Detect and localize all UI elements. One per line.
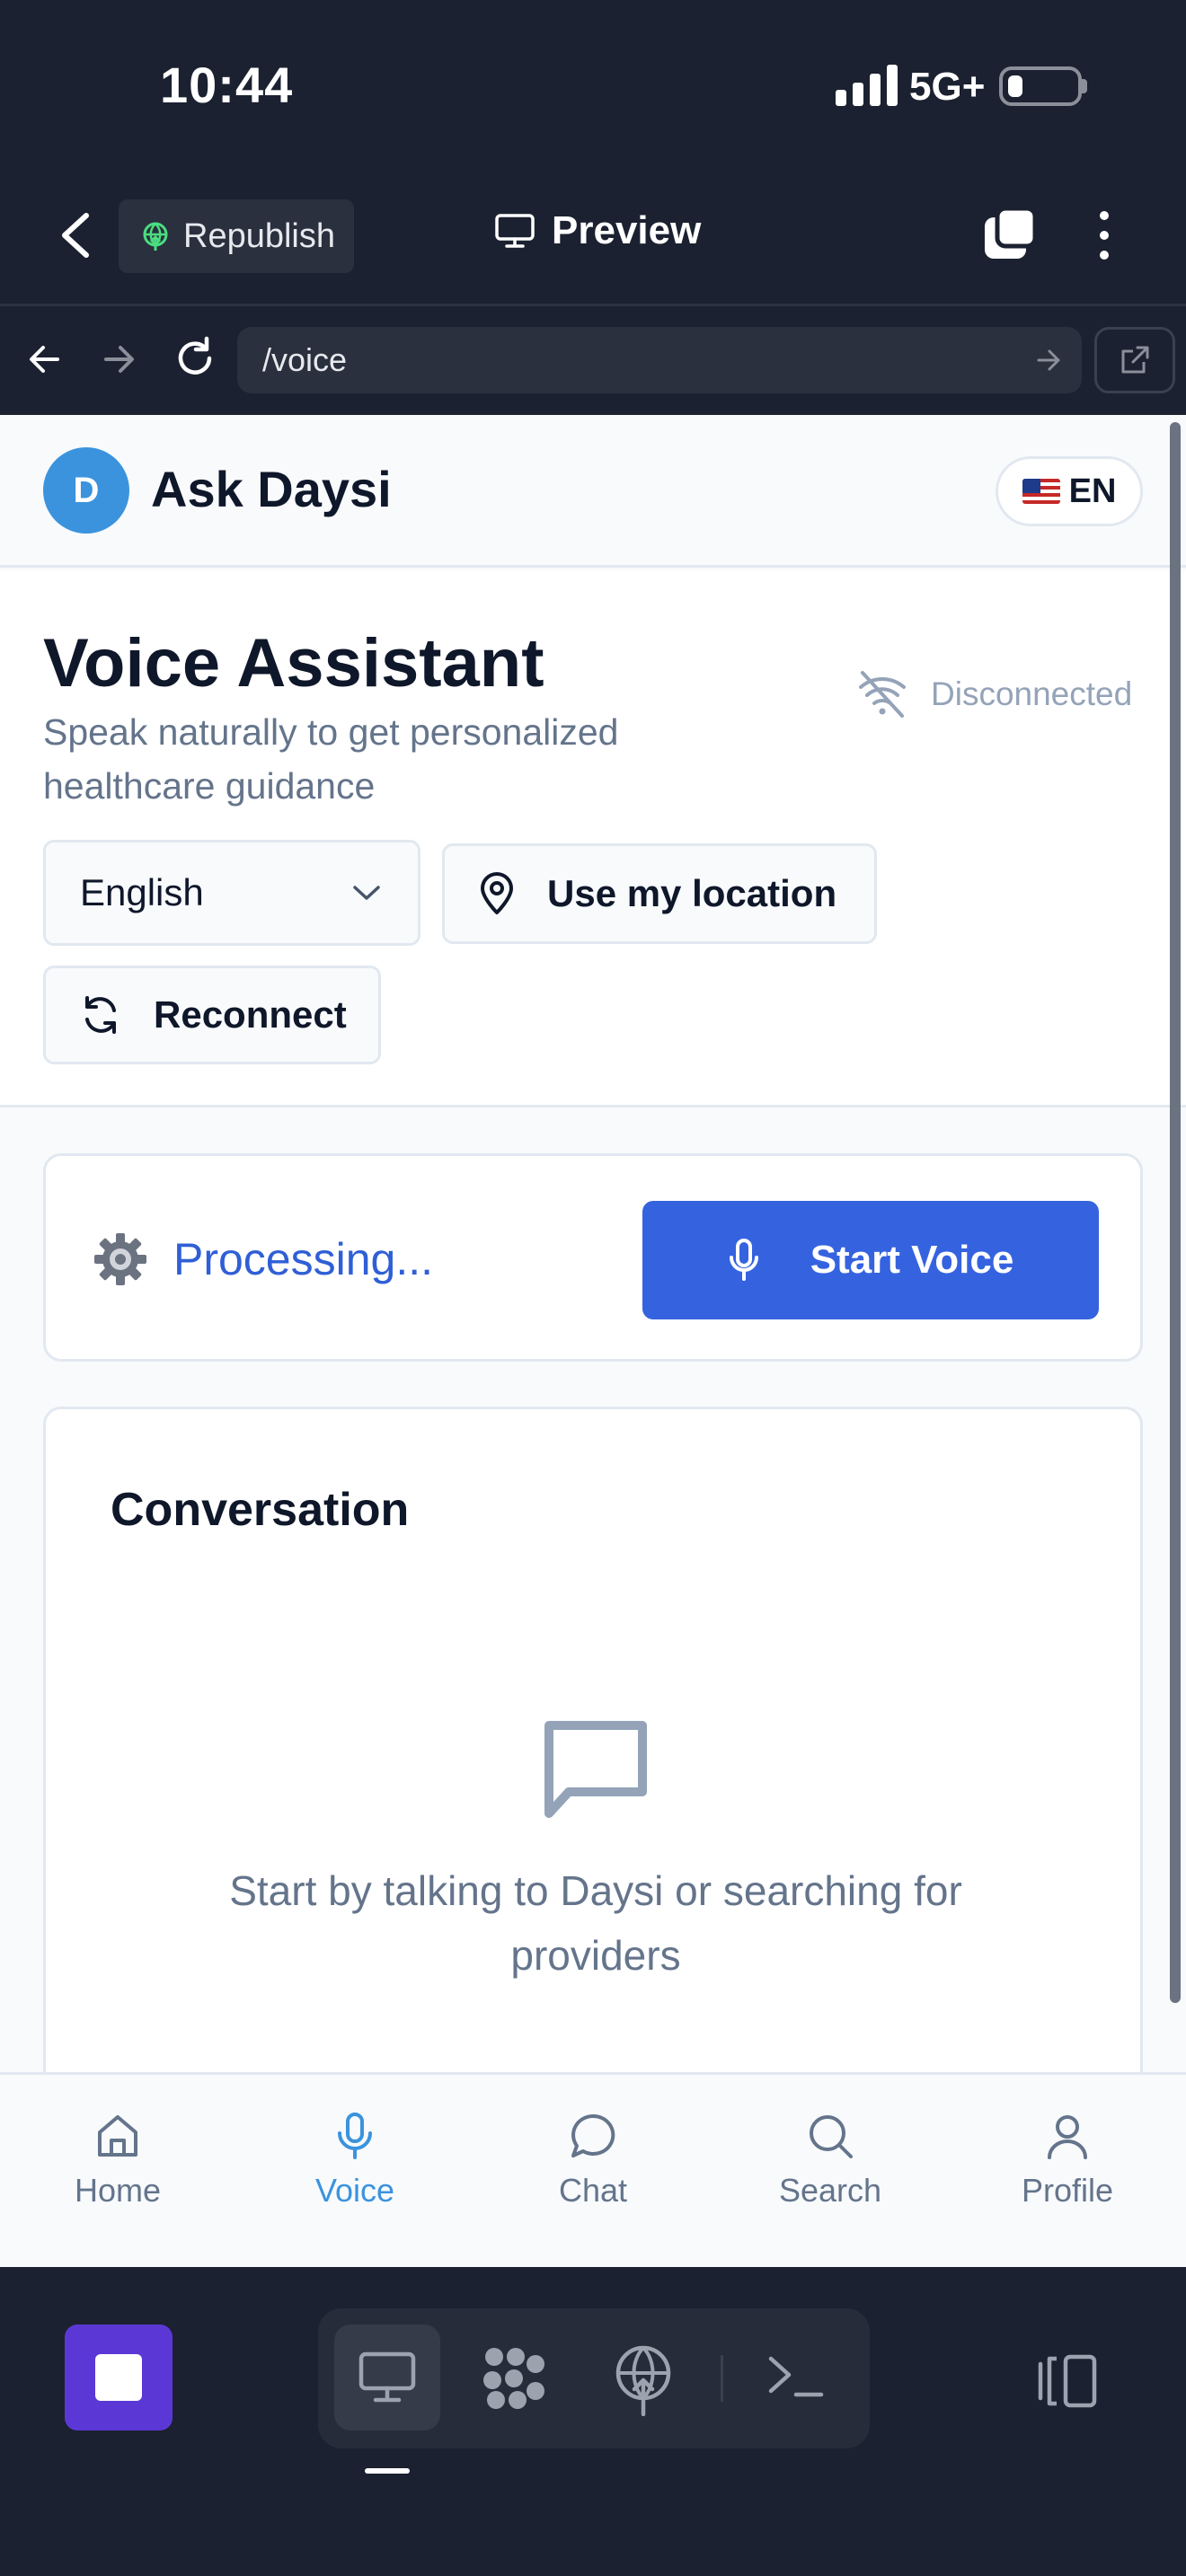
toolbar-divider <box>0 304 1186 306</box>
nav-label-profile: Profile <box>1021 2172 1114 2209</box>
terminal-icon[interactable] <box>766 2350 828 2404</box>
gear-icon <box>94 1233 146 1285</box>
nav-item-search[interactable]: Search <box>740 2111 920 2210</box>
network-type: 5G+ <box>909 65 986 109</box>
reconnect-label: Reconnect <box>154 993 347 1036</box>
republish-label: Republish <box>183 216 335 255</box>
chat-icon <box>571 2113 615 2157</box>
stop-button[interactable] <box>65 2325 173 2430</box>
map-pin-icon <box>481 872 513 914</box>
battery-icon <box>999 66 1082 106</box>
mode-divider <box>721 2355 723 2402</box>
language-pill-label: EN <box>1068 472 1117 510</box>
preview-label: Preview <box>552 208 702 252</box>
url-input[interactable]: /voice <box>237 327 1082 393</box>
connection-status: Disconnected <box>855 669 1132 719</box>
conversation-title: Conversation <box>111 1484 410 1536</box>
editor-bottom-bar <box>0 2267 1186 2576</box>
globe-upload-icon[interactable] <box>607 2341 679 2416</box>
mic-icon <box>338 2113 372 2159</box>
url-text: /voice <box>262 341 348 378</box>
monitor-icon <box>495 214 535 248</box>
clock: 10:44 <box>160 57 294 113</box>
sidebar-toggle-icon[interactable] <box>1035 2353 1100 2409</box>
bottom-nav: Home Voice Chat Search Profile <box>0 2072 1186 2267</box>
search-icon <box>810 2115 853 2158</box>
reload-icon[interactable] <box>173 336 217 381</box>
connection-status-label: Disconnected <box>931 675 1133 712</box>
signal-icon <box>836 65 898 106</box>
external-link-icon <box>1121 346 1149 374</box>
wifi-off-icon <box>859 671 906 718</box>
start-voice-label: Start Voice <box>810 1238 1014 1282</box>
language-select-value: English <box>80 871 204 913</box>
nav-item-voice[interactable]: Voice <box>265 2111 445 2210</box>
app-title: Ask Daysi <box>151 461 392 517</box>
nav-item-profile[interactable]: Profile <box>978 2111 1157 2210</box>
conversation-empty-text: Start by talking to Daysi or searching f… <box>229 1867 962 1979</box>
monitor-icon <box>358 2351 416 2403</box>
more-vertical-icon[interactable] <box>1091 208 1118 262</box>
refresh-icon <box>85 996 116 1034</box>
nav-label-chat: Chat <box>558 2172 628 2209</box>
avatar: D <box>43 447 129 534</box>
url-go-icon[interactable] <box>1033 345 1064 375</box>
nav-label-home: Home <box>74 2172 162 2209</box>
app-header: D Ask Daysi EN <box>0 415 1186 568</box>
language-pill[interactable]: EN <box>996 456 1143 526</box>
page-title: Voice Assistant <box>43 625 544 701</box>
processing-status: Processing... <box>173 1234 434 1284</box>
language-select[interactable]: English <box>43 840 420 946</box>
browser-back-icon[interactable] <box>25 340 65 379</box>
user-icon <box>1048 2115 1087 2159</box>
voice-control-card: Processing... Start Voice <box>43 1153 1143 1362</box>
nav-label-voice: Voice <box>314 2172 395 2209</box>
open-external-button[interactable] <box>1094 327 1175 393</box>
page-subtitle: Speak naturally to get personalized heal… <box>43 711 619 807</box>
use-location-label: Use my location <box>547 872 837 914</box>
message-square-icon <box>544 1721 647 1818</box>
mode-desktop-button[interactable] <box>334 2325 440 2430</box>
home-icon <box>98 2115 137 2157</box>
us-flag-icon <box>1022 479 1060 504</box>
preview-toggle[interactable]: Preview <box>494 208 701 253</box>
nodes-icon[interactable] <box>480 2344 548 2413</box>
back-arrow-icon[interactable] <box>54 208 99 262</box>
intro-section: Voice Assistant Speak naturally to get p… <box>0 570 1186 1107</box>
globe-upload-icon <box>143 222 168 251</box>
chevron-down-icon <box>353 886 380 900</box>
active-mode-indicator <box>365 2468 410 2474</box>
page-scrollbar[interactable] <box>1170 422 1181 2003</box>
browser-forward-icon[interactable] <box>99 340 138 379</box>
status-bar: 10:44 5G+ Republish Preview <box>0 0 1186 273</box>
nav-label-search: Search <box>778 2172 882 2209</box>
nav-item-chat[interactable]: Chat <box>503 2111 683 2210</box>
republish-button[interactable]: Republish <box>119 199 354 273</box>
stop-icon <box>95 2354 142 2401</box>
tabs-icon[interactable] <box>981 207 1039 262</box>
nav-item-home[interactable]: Home <box>28 2111 208 2210</box>
web-page: D Ask Daysi EN Voice Assistant Speak nat… <box>0 415 1186 2267</box>
start-voice-button[interactable]: Start Voice <box>642 1201 1099 1319</box>
use-location-button[interactable]: Use my location <box>442 843 877 944</box>
view-mode-group <box>318 2308 870 2448</box>
mic-icon <box>729 1239 758 1281</box>
reconnect-button[interactable]: Reconnect <box>43 966 381 1064</box>
